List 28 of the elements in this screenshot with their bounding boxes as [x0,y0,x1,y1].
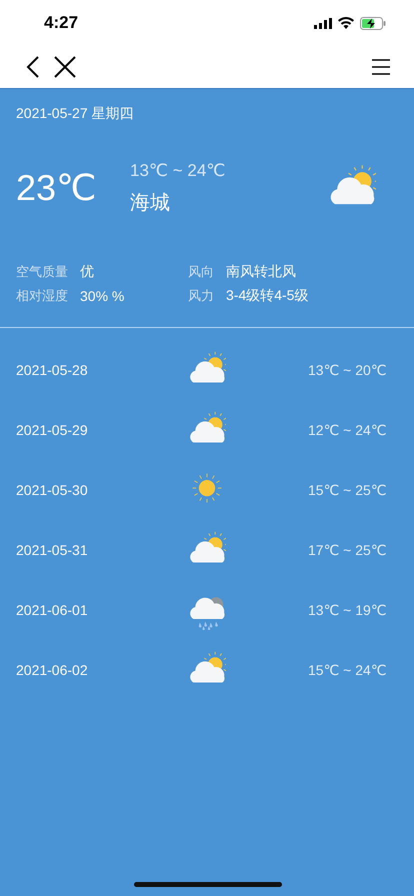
forecast-date: 2021-05-28 [16,362,89,378]
forecast-date: 2021-06-01 [16,602,89,618]
today-date: 2021-05-27 星期四 [15,104,135,123]
detail-value: 30% % [80,288,124,304]
forecast-temperature-range: 13℃ ~ 20℃ [308,362,387,378]
detail-label: 风向 [188,263,214,281]
temperature-range: 13℃ ~ 24℃ [130,160,226,180]
signal-icon [314,18,332,28]
forecast-temperature-range: 17℃ ~ 25℃ [308,542,387,558]
forecast-temperature-range: 15℃ ~ 24℃ [308,662,387,678]
forecast-date: 2021-05-29 [16,422,89,438]
status-time: 4:27 [44,13,78,33]
detail-label: 风力 [188,287,214,305]
current-temperature: 23℃ [16,167,98,209]
forecast-temperature-range: 13℃ ~ 19℃ [308,602,387,618]
forecast-temperature-range: 15℃ ~ 25℃ [308,482,387,498]
forecast-date: 2021-06-02 [16,662,89,678]
wifi-icon [338,17,354,29]
battery-charging-icon [360,16,386,30]
detail-value: 优 [80,263,94,281]
forecast-date: 2021-05-30 [16,482,89,498]
detail-label: 相对湿度 [16,287,68,305]
detail-value: 南风转北风 [226,263,296,281]
detail-value: 3-4级转4-5级 [226,287,308,305]
city-name: 海城 [130,190,171,216]
forecast-temperature-range: 12℃ ~ 24℃ [308,422,387,438]
forecast-date: 2021-05-31 [16,542,89,558]
detail-label: 空气质量 [16,263,68,281]
